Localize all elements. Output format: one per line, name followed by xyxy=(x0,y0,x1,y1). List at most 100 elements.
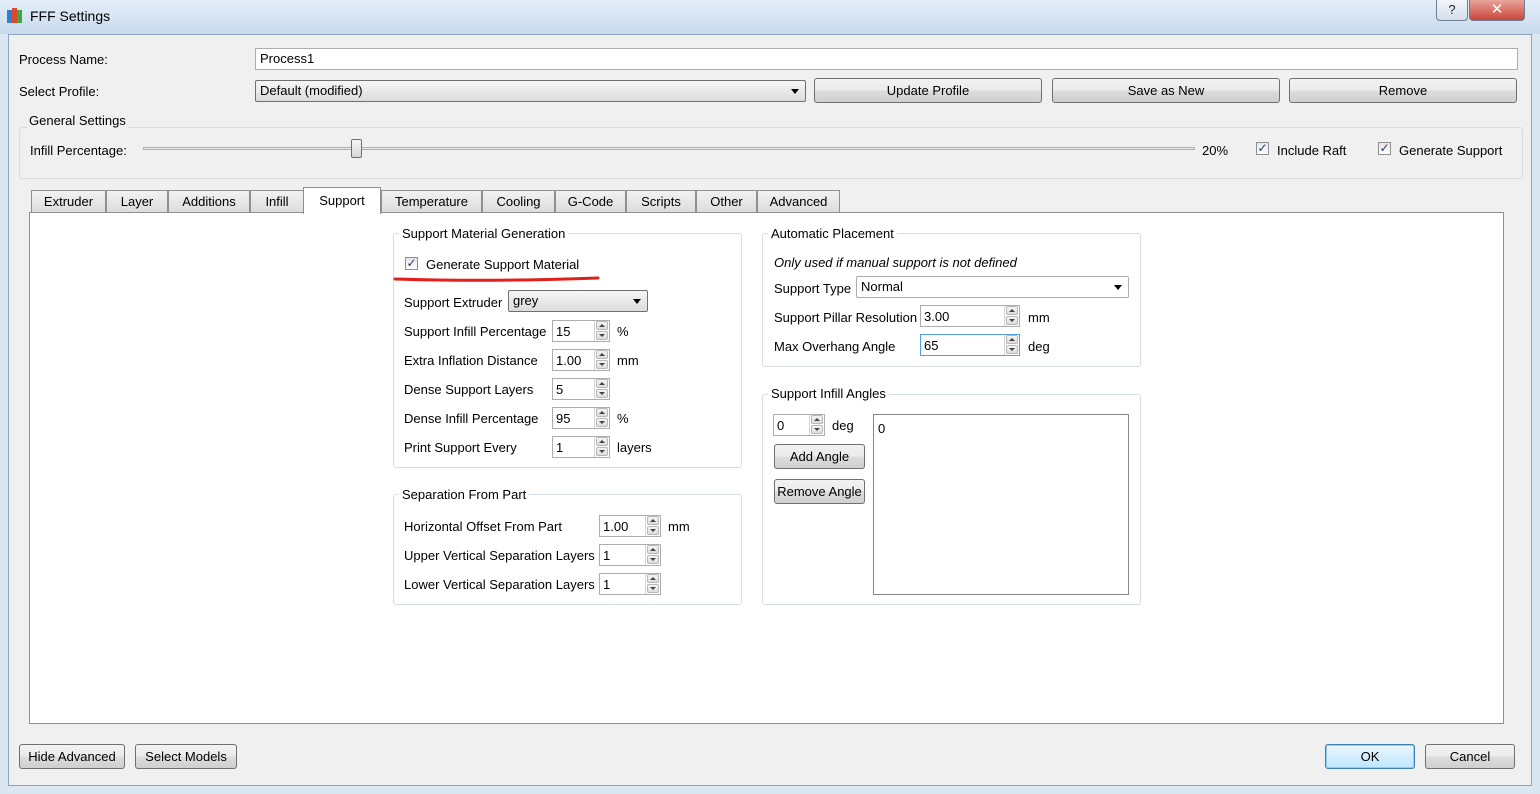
support-type-select[interactable]: Normal xyxy=(856,276,1129,298)
spin-up-icon[interactable] xyxy=(596,437,608,446)
horizontal-offset-spinbox[interactable]: 1.00 xyxy=(599,515,661,537)
add-angle-button[interactable]: Add Angle xyxy=(774,444,865,469)
dense-support-layers-spinbox[interactable]: 5 xyxy=(552,378,610,400)
max-overhang-angle-spinbox[interactable]: 65 xyxy=(920,334,1020,356)
spin-down-icon[interactable] xyxy=(811,425,823,434)
profile-select[interactable]: Default (modified) xyxy=(255,80,806,102)
infill-angle-spinbox[interactable]: 0 xyxy=(773,414,825,436)
support-type-label: Support Type xyxy=(774,281,852,296)
spin-down-icon[interactable] xyxy=(596,418,608,427)
spin-down-icon[interactable] xyxy=(596,389,608,398)
tab-cooling[interactable]: Cooling xyxy=(482,190,555,213)
spin-down-icon[interactable] xyxy=(596,331,608,340)
print-support-every-spinbox[interactable]: 1 xyxy=(552,436,610,458)
tab-layer[interactable]: Layer xyxy=(106,190,168,213)
dense-infill-percentage-spinbox[interactable]: 95 xyxy=(552,407,610,429)
infill-angle-value: 0 xyxy=(777,418,785,433)
remove-angle-button[interactable]: Remove Angle xyxy=(774,479,865,504)
tab-support[interactable]: Support xyxy=(303,187,381,214)
tab-temperature[interactable]: Temperature xyxy=(381,190,482,213)
tab-additions[interactable]: Additions xyxy=(168,190,250,213)
spin-down-icon[interactable] xyxy=(647,555,659,564)
spin-up-icon[interactable] xyxy=(647,516,659,525)
app-icon xyxy=(7,8,22,23)
support-infill-percentage-value: 15 xyxy=(556,324,571,339)
spin-up-icon[interactable] xyxy=(647,545,659,554)
cancel-button[interactable]: Cancel xyxy=(1425,744,1515,769)
extra-inflation-unit: mm xyxy=(617,353,639,368)
spin-up-icon[interactable] xyxy=(596,350,608,359)
support-pillar-resolution-value: 3.00 xyxy=(924,309,950,324)
spin-up-icon[interactable] xyxy=(811,415,823,424)
support-extruder-label: Support Extruder xyxy=(404,295,503,310)
lower-separation-spinbox[interactable]: 1 xyxy=(599,573,661,595)
list-item[interactable]: 0 xyxy=(878,421,885,436)
include-raft-checkbox[interactable]: ✓ xyxy=(1256,142,1269,155)
support-extruder-value: grey xyxy=(513,293,539,308)
generate-support-material-checkbox[interactable]: ✓ xyxy=(405,257,418,270)
support-pillar-resolution-spinbox[interactable]: 3.00 xyxy=(920,305,1020,327)
tab-other[interactable]: Other xyxy=(696,190,757,213)
include-raft-label: Include Raft xyxy=(1277,143,1347,158)
general-settings-title: General Settings xyxy=(27,113,128,128)
generate-support-label: Generate Support xyxy=(1399,143,1503,158)
spin-down-icon[interactable] xyxy=(1006,345,1018,354)
dense-infill-percentage-value: 95 xyxy=(556,411,571,426)
support-infill-angles-title: Support Infill Angles xyxy=(768,386,889,401)
help-button[interactable]: ? xyxy=(1436,0,1468,21)
tab-scripts[interactable]: Scripts xyxy=(626,190,696,213)
support-generation-title: Support Material Generation xyxy=(399,226,569,241)
process-name-input[interactable]: Process1 xyxy=(255,48,1518,70)
automatic-placement-note: Only used if manual support is not defin… xyxy=(774,255,1017,270)
support-infill-percentage-label: Support Infill Percentage xyxy=(404,324,547,339)
select-models-button[interactable]: Select Models xyxy=(135,744,237,769)
upper-separation-spinbox[interactable]: 1 xyxy=(599,544,661,566)
support-type-value: Normal xyxy=(861,279,903,294)
ok-button[interactable]: OK xyxy=(1325,744,1415,769)
spin-up-icon[interactable] xyxy=(596,321,608,330)
tab-advanced[interactable]: Advanced xyxy=(757,190,840,213)
save-as-new-button[interactable]: Save as New xyxy=(1052,78,1280,103)
spin-up-icon[interactable] xyxy=(647,574,659,583)
remove-profile-button[interactable]: Remove xyxy=(1289,78,1517,103)
tab-extruder[interactable]: Extruder xyxy=(31,190,106,213)
infill-angles-list[interactable]: 0 xyxy=(873,414,1129,595)
support-infill-percentage-spinbox[interactable]: 15 xyxy=(552,320,610,342)
generate-support-material-label: Generate Support Material xyxy=(426,257,580,272)
max-overhang-angle-label: Max Overhang Angle xyxy=(774,339,896,354)
spin-up-icon[interactable] xyxy=(596,408,608,417)
generate-support-checkbox[interactable]: ✓ xyxy=(1378,142,1391,155)
spin-up-icon[interactable] xyxy=(596,379,608,388)
tab-gcode[interactable]: G-Code xyxy=(555,190,626,213)
infill-slider-track[interactable] xyxy=(143,147,1195,150)
infill-percentage-label: Infill Percentage: xyxy=(30,143,127,158)
print-support-every-value: 1 xyxy=(556,440,564,455)
print-support-every-label: Print Support Every xyxy=(404,440,517,455)
horizontal-offset-label: Horizontal Offset From Part xyxy=(404,519,562,534)
support-tab-panel: Support Material Generation ✓ Generate S… xyxy=(29,212,1504,724)
spin-up-icon[interactable] xyxy=(1006,335,1018,344)
close-button[interactable]: ✕ xyxy=(1469,0,1525,21)
support-pillar-resolution-unit: mm xyxy=(1028,310,1050,325)
support-infill-unit: % xyxy=(617,324,629,339)
lower-separation-value: 1 xyxy=(603,577,611,592)
spin-down-icon[interactable] xyxy=(1006,316,1018,325)
infill-angle-unit: deg xyxy=(832,418,854,433)
max-overhang-angle-value: 65 xyxy=(924,338,939,353)
automatic-placement-title: Automatic Placement xyxy=(768,226,897,241)
infill-slider-handle[interactable] xyxy=(351,139,362,158)
tab-infill[interactable]: Infill xyxy=(250,190,304,213)
update-profile-button[interactable]: Update Profile xyxy=(814,78,1042,103)
annotation-underline xyxy=(393,276,600,282)
spin-up-icon[interactable] xyxy=(1006,306,1018,315)
extra-inflation-distance-value: 1.00 xyxy=(556,353,582,368)
hide-advanced-button[interactable]: Hide Advanced xyxy=(19,744,125,769)
support-extruder-select[interactable]: grey xyxy=(508,290,648,312)
spin-down-icon[interactable] xyxy=(596,447,608,456)
dense-support-layers-label: Dense Support Layers xyxy=(404,382,534,397)
extra-inflation-distance-spinbox[interactable]: 1.00 xyxy=(552,349,610,371)
spin-down-icon[interactable] xyxy=(596,360,608,369)
spin-down-icon[interactable] xyxy=(647,526,659,535)
separation-title: Separation From Part xyxy=(399,487,530,502)
spin-down-icon[interactable] xyxy=(647,584,659,593)
